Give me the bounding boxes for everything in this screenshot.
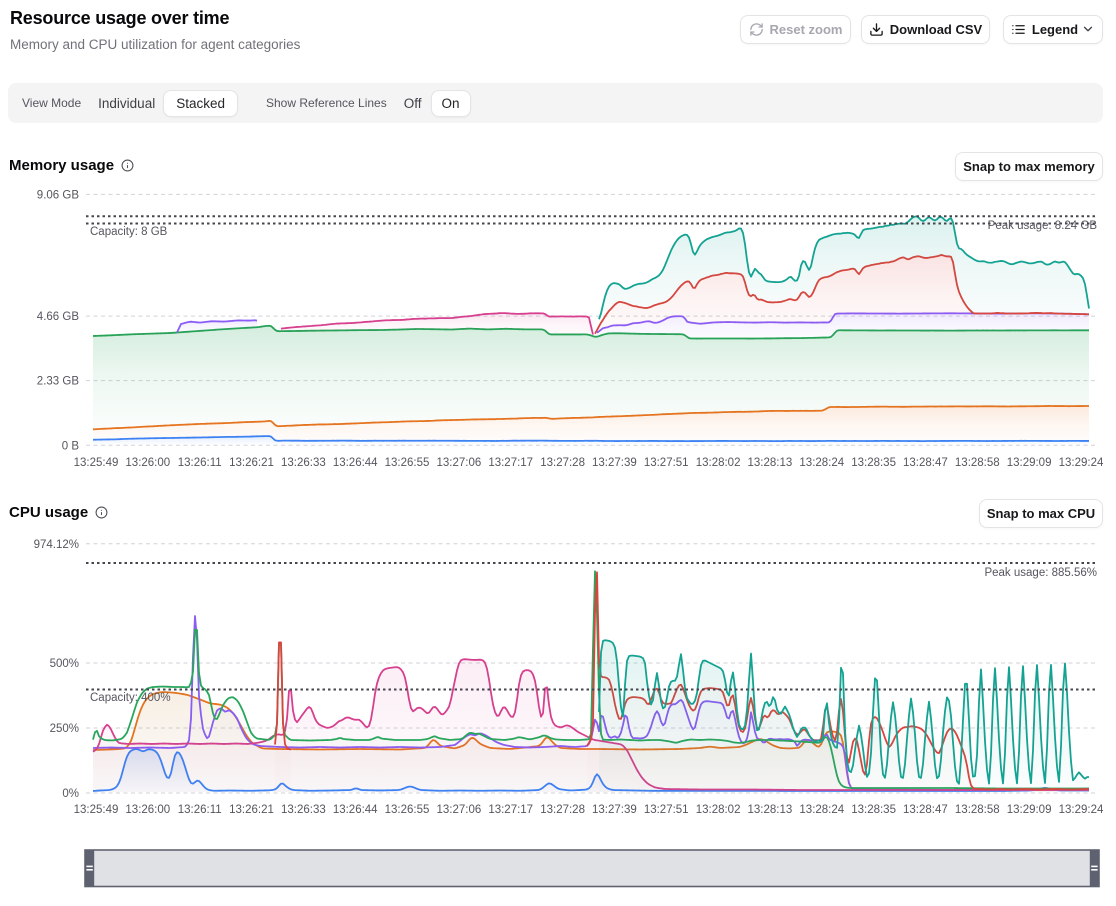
svg-text:13:25:49: 13:25:49 xyxy=(74,457,119,469)
svg-text:0%: 0% xyxy=(62,788,79,800)
svg-text:13:28:58: 13:28:58 xyxy=(955,804,1000,816)
svg-text:0 B: 0 B xyxy=(62,440,80,452)
svg-text:13:27:06: 13:27:06 xyxy=(437,457,482,469)
svg-text:13:29:24: 13:29:24 xyxy=(1059,804,1104,816)
svg-text:13:27:28: 13:27:28 xyxy=(540,457,585,469)
svg-text:13:28:24: 13:28:24 xyxy=(799,804,844,816)
svg-text:13:26:21: 13:26:21 xyxy=(229,457,274,469)
svg-text:13:27:17: 13:27:17 xyxy=(488,457,533,469)
svg-text:974.12%: 974.12% xyxy=(34,539,79,551)
svg-text:13:27:17: 13:27:17 xyxy=(488,804,533,816)
svg-text:13:29:09: 13:29:09 xyxy=(1007,457,1052,469)
svg-text:9.06 GB: 9.06 GB xyxy=(37,189,80,201)
svg-text:13:26:11: 13:26:11 xyxy=(178,457,222,469)
svg-text:Capacity: 400%: Capacity: 400% xyxy=(90,692,171,704)
svg-text:13:28:35: 13:28:35 xyxy=(851,457,896,469)
svg-text:13:26:11: 13:26:11 xyxy=(178,804,222,816)
svg-text:13:28:24: 13:28:24 xyxy=(799,457,844,469)
svg-text:13:26:44: 13:26:44 xyxy=(333,804,378,816)
svg-text:13:27:28: 13:27:28 xyxy=(540,804,585,816)
svg-text:13:27:39: 13:27:39 xyxy=(592,457,637,469)
svg-text:13:28:02: 13:28:02 xyxy=(696,457,741,469)
svg-text:13:26:33: 13:26:33 xyxy=(281,457,326,469)
svg-text:13:28:47: 13:28:47 xyxy=(903,804,948,816)
svg-text:13:29:24: 13:29:24 xyxy=(1059,457,1104,469)
svg-text:Peak usage: 885.56%: Peak usage: 885.56% xyxy=(984,567,1097,579)
svg-text:13:27:39: 13:27:39 xyxy=(592,804,637,816)
svg-text:Capacity: 8 GB: Capacity: 8 GB xyxy=(90,226,168,238)
svg-text:2.33 GB: 2.33 GB xyxy=(37,376,80,388)
svg-text:13:26:00: 13:26:00 xyxy=(125,804,170,816)
svg-text:13:28:02: 13:28:02 xyxy=(696,804,741,816)
svg-text:13:26:21: 13:26:21 xyxy=(229,804,274,816)
svg-text:13:27:51: 13:27:51 xyxy=(644,804,689,816)
svg-text:13:29:09: 13:29:09 xyxy=(1007,804,1052,816)
svg-text:13:27:51: 13:27:51 xyxy=(644,457,689,469)
svg-text:Peak usage: 8.24 GB: Peak usage: 8.24 GB xyxy=(988,220,1098,232)
svg-text:13:26:44: 13:26:44 xyxy=(333,457,378,469)
svg-text:500%: 500% xyxy=(50,658,79,670)
svg-text:13:27:06: 13:27:06 xyxy=(437,804,482,816)
svg-text:13:28:13: 13:28:13 xyxy=(748,804,793,816)
svg-text:13:26:00: 13:26:00 xyxy=(125,457,170,469)
svg-text:4.66 GB: 4.66 GB xyxy=(37,311,80,323)
svg-text:13:26:55: 13:26:55 xyxy=(385,457,430,469)
svg-text:13:25:49: 13:25:49 xyxy=(74,804,119,816)
svg-text:13:28:58: 13:28:58 xyxy=(955,457,1000,469)
svg-text:13:28:35: 13:28:35 xyxy=(851,804,896,816)
svg-text:13:26:33: 13:26:33 xyxy=(281,804,326,816)
svg-text:13:28:47: 13:28:47 xyxy=(903,457,948,469)
svg-text:13:26:55: 13:26:55 xyxy=(385,804,430,816)
svg-text:13:28:13: 13:28:13 xyxy=(748,457,793,469)
svg-text:250%: 250% xyxy=(50,723,79,735)
